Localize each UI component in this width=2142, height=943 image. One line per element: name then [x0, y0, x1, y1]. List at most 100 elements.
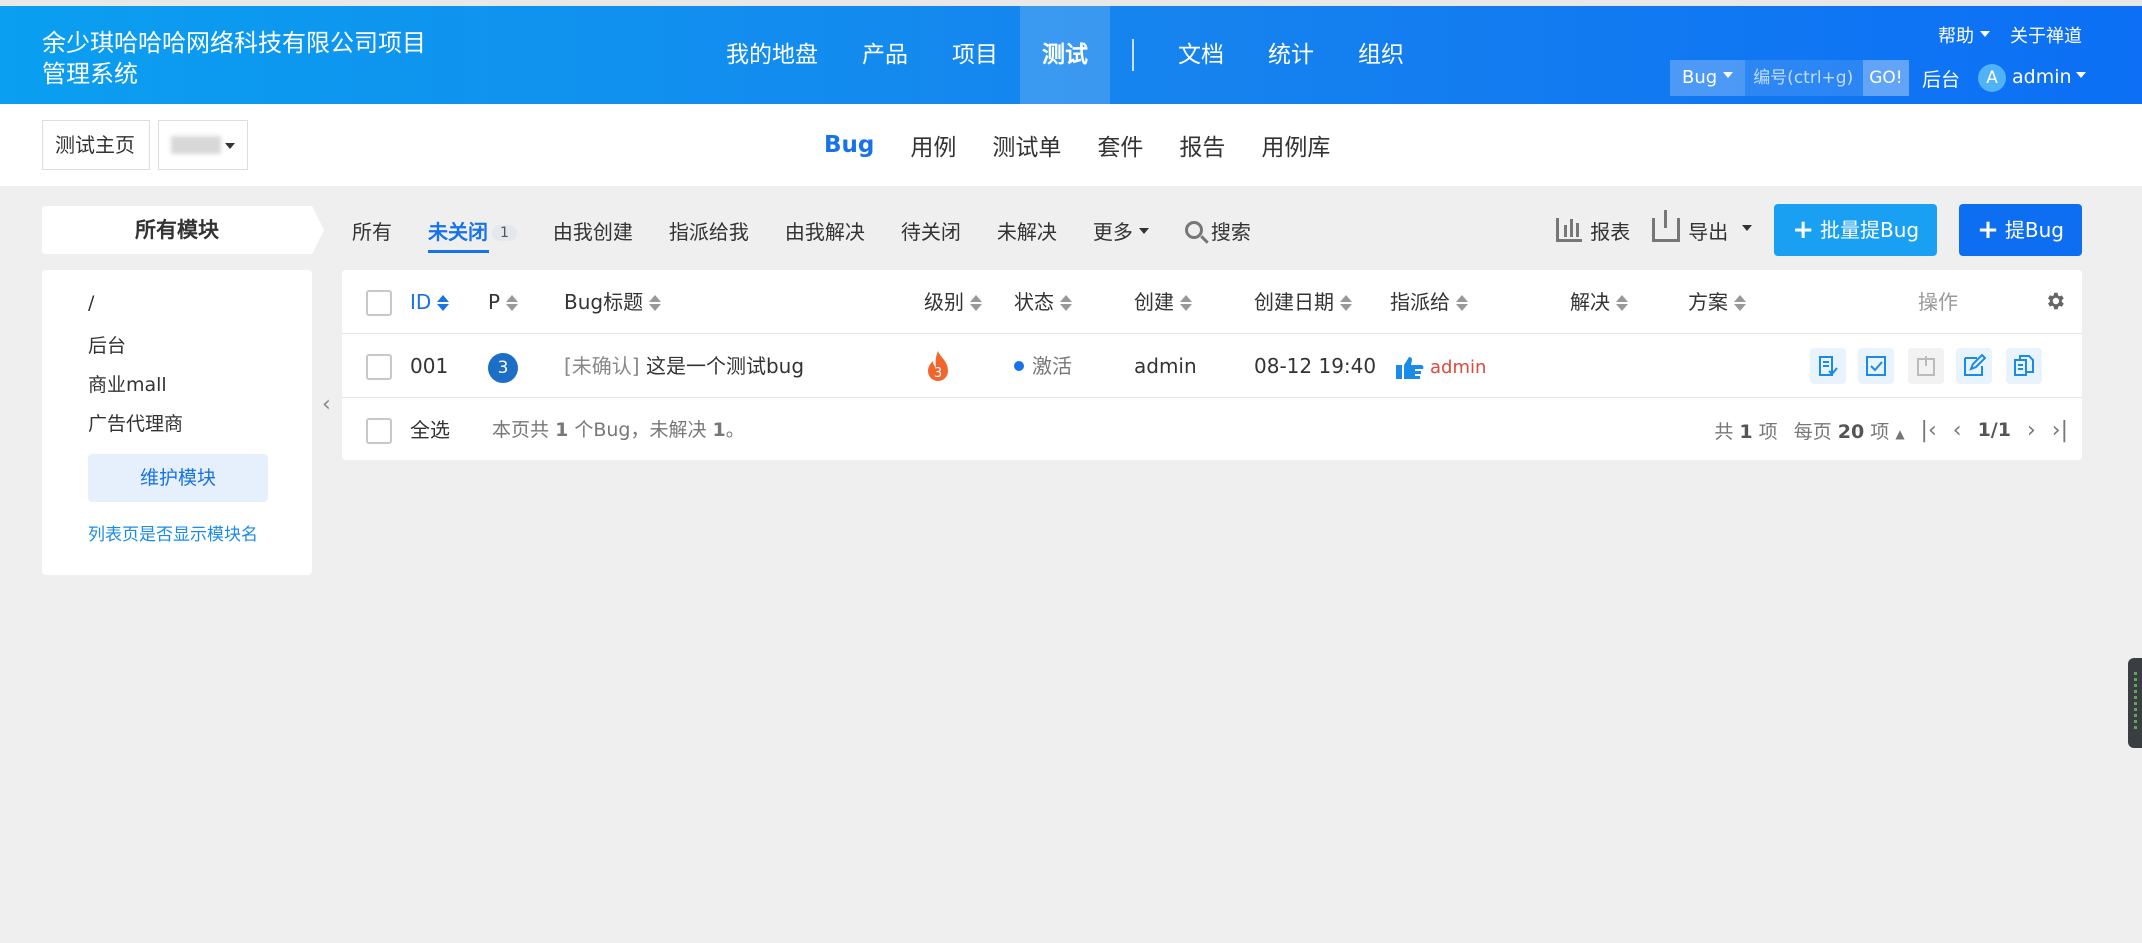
last-page-icon[interactable]: ›|: [2052, 418, 2068, 443]
priority: 3: [488, 334, 518, 398]
col-solution[interactable]: 方案: [1688, 270, 1746, 334]
tab-assigned-to-me[interactable]: 指派给我: [669, 216, 749, 245]
filter-tabs: 所有 未关闭 1 由我创建 指派给我 由我解决 待关闭 未解决 更多 搜索: [352, 206, 1251, 254]
search-toggle[interactable]: 搜索: [1184, 216, 1251, 245]
nav-divider: [1132, 39, 1134, 71]
nav-my-dashboard[interactable]: 我的地盘: [704, 6, 840, 104]
subnav-suite[interactable]: 套件: [1079, 128, 1161, 162]
col-creator[interactable]: 创建: [1134, 270, 1192, 334]
module-mall[interactable]: 商业mall: [88, 370, 167, 397]
tab-more[interactable]: 更多: [1093, 216, 1149, 245]
subnav-testtask[interactable]: 测试单: [974, 128, 1079, 162]
col-assigned-to[interactable]: 指派给: [1390, 270, 1468, 334]
col-created-date[interactable]: 创建日期: [1254, 270, 1352, 334]
edit-icon: [1964, 354, 1986, 376]
side-widget-handle[interactable]: [2128, 658, 2142, 748]
collapse-sidebar-icon[interactable]: ‹: [322, 392, 331, 417]
bug-id[interactable]: 001: [410, 334, 448, 398]
about-link[interactable]: 关于禅道: [2010, 22, 2082, 48]
report-button[interactable]: 报表: [1556, 216, 1630, 245]
top-links: 帮助 关于禅道: [1938, 22, 2082, 48]
close-bug-button[interactable]: [1908, 348, 1944, 384]
total-records: 共 1 项: [1714, 420, 1778, 443]
company-brand[interactable]: 余少琪哈哈哈网络科技有限公司项目管理系统: [42, 28, 432, 90]
help-menu[interactable]: 帮助: [1938, 22, 1990, 48]
subnav-caselib[interactable]: 用例库: [1243, 128, 1348, 162]
tab-to-close[interactable]: 待关闭: [901, 216, 961, 245]
bug-title-text: 这是一个测试bug: [645, 354, 805, 378]
col-resolution[interactable]: 解决: [1570, 270, 1628, 334]
tab-created-by-me[interactable]: 由我创建: [553, 216, 633, 245]
assigned-to[interactable]: admin: [1394, 334, 1486, 398]
nav-stats[interactable]: 统计: [1246, 6, 1336, 104]
subnav-bug[interactable]: Bug: [806, 132, 892, 158]
tab-resolved-by-me[interactable]: 由我解决: [785, 216, 865, 245]
go-button[interactable]: GO!: [1863, 60, 1909, 96]
col-severity[interactable]: 级别: [924, 270, 982, 334]
tab-unclosed[interactable]: 未关闭 1: [428, 216, 517, 253]
count-badge: 1: [492, 224, 517, 241]
show-module-name-link[interactable]: 列表页是否显示模块名: [88, 520, 258, 545]
sort-icon: [506, 295, 519, 311]
sort-icon: [970, 295, 982, 311]
next-page-icon[interactable]: ›: [2027, 418, 2036, 443]
create-label: 提Bug: [2004, 218, 2064, 242]
select-all-label[interactable]: 全选: [410, 398, 450, 462]
select-all-checkbox[interactable]: [366, 418, 392, 444]
edit-bug-button[interactable]: [1956, 348, 1992, 384]
severity: 3: [922, 334, 954, 398]
resolve-bug-button[interactable]: [1858, 348, 1894, 384]
create-bug-button[interactable]: + 提Bug: [1959, 204, 2082, 256]
export-button[interactable]: 导出: [1652, 210, 1752, 245]
module-agency[interactable]: 广告代理商: [88, 409, 183, 436]
col-status[interactable]: 状态: [1014, 270, 1072, 334]
copy-bug-button[interactable]: [2006, 348, 2042, 384]
search-label: 搜索: [1210, 219, 1251, 244]
user-menu[interactable]: Aadmin: [1978, 64, 2086, 92]
row-checkbox[interactable]: [366, 354, 392, 380]
bar-chart-icon: [1556, 218, 1583, 242]
backend-link[interactable]: 后台: [1922, 65, 1960, 92]
col-title[interactable]: Bug标题: [564, 270, 662, 334]
nav-project[interactable]: 项目: [930, 6, 1020, 104]
nav-org[interactable]: 组织: [1336, 6, 1426, 104]
page-indicator: 1/1: [1977, 419, 2011, 441]
module-backend[interactable]: 后台: [88, 331, 126, 358]
user-name: admin: [2012, 66, 2086, 88]
plus-icon: +: [1977, 215, 1999, 245]
first-page-icon[interactable]: |‹: [1921, 418, 1937, 443]
table-row[interactable]: 001 3 [未确认] 这是一个测试bug 3 激活 admin 08-12 1…: [342, 334, 2082, 398]
sort-icon: [1734, 295, 1746, 311]
unconfirmed-tag: [未确认]: [564, 354, 640, 378]
select-all-header-checkbox[interactable]: [366, 290, 392, 316]
table-footer: 全选 本页共 1 个Bug，未解决 1。 共 1 项 每页 20 项 ▲ |‹ …: [342, 398, 2082, 462]
product-switcher[interactable]: [158, 120, 248, 170]
gear-icon[interactable]: [2044, 290, 2066, 312]
search-type-select[interactable]: Bug: [1670, 60, 1746, 96]
col-id[interactable]: ID: [410, 270, 450, 334]
export-icon: [1652, 210, 1681, 242]
subnav-report[interactable]: 报告: [1161, 128, 1243, 162]
nav-product[interactable]: 产品: [840, 6, 930, 104]
confirm-bug-button[interactable]: [1810, 348, 1846, 384]
search-id-input[interactable]: [1745, 60, 1864, 96]
nav-test[interactable]: 测试: [1020, 6, 1110, 104]
module-tree-panel: / 后台 商业mall 广告代理商 维护模块 列表页是否显示模块名: [42, 270, 312, 575]
main-nav: 我的地盘 产品 项目 测试 文档 统计 组织: [704, 6, 1426, 104]
maintain-module-button[interactable]: 维护模块: [88, 454, 268, 502]
tab-all[interactable]: 所有: [352, 216, 392, 245]
bug-title[interactable]: [未确认] 这是一个测试bug: [564, 334, 804, 398]
batch-create-bug-button[interactable]: + 批量提Bug: [1774, 204, 1938, 256]
subnav-case[interactable]: 用例: [892, 128, 974, 162]
breadcrumb-test-home[interactable]: 测试主页: [42, 120, 150, 170]
tab-unresolved[interactable]: 未解决: [997, 216, 1057, 245]
all-modules-header[interactable]: 所有模块: [42, 206, 324, 254]
user-area: 后台 Aadmin: [1922, 64, 2086, 92]
pager: 共 1 项 每页 20 项 ▲ |‹ ‹ 1/1 › ›|: [1714, 398, 2068, 462]
prev-page-icon[interactable]: ‹: [1953, 418, 1962, 443]
per-page-select[interactable]: 每页 20 项 ▲: [1794, 417, 1905, 444]
col-pri[interactable]: P: [488, 270, 519, 334]
nav-doc[interactable]: 文档: [1156, 6, 1246, 104]
sub-header: 测试主页 Bug 用例 测试单 套件 报告 用例库: [0, 104, 2142, 186]
module-root[interactable]: /: [88, 292, 94, 314]
